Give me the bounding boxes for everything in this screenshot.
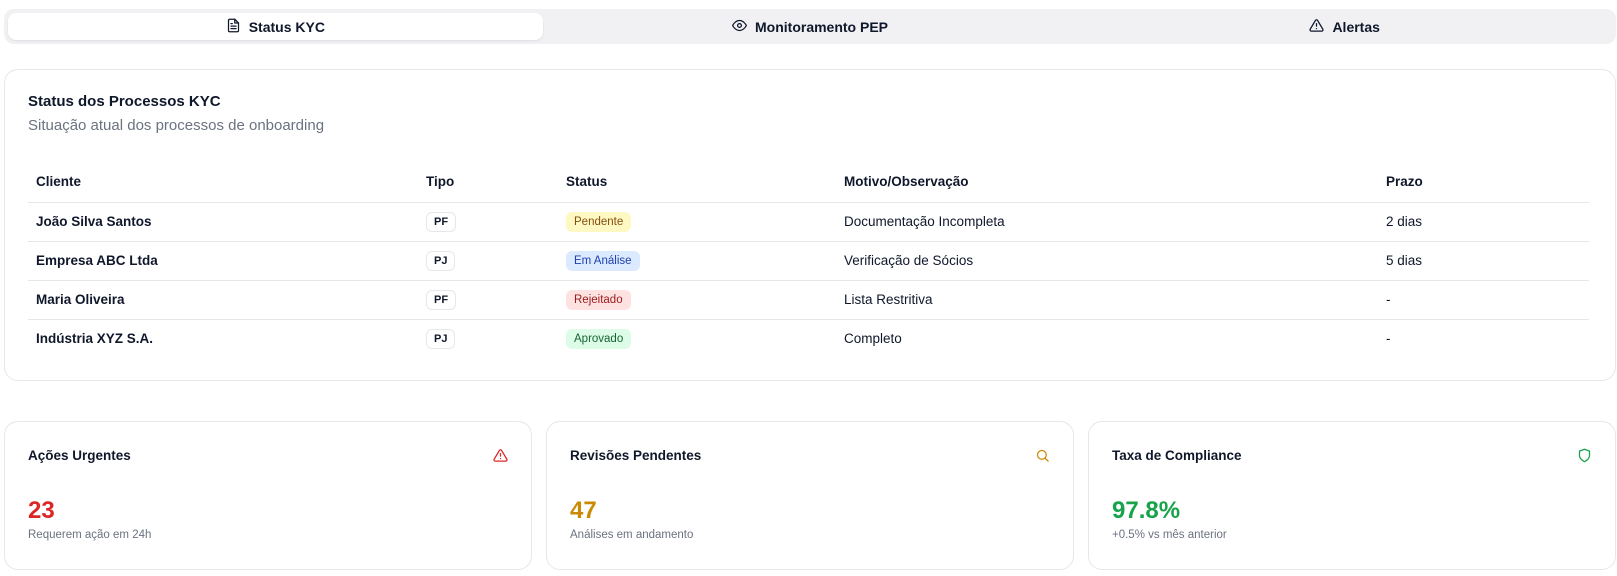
column-header-tipo: Tipo xyxy=(418,161,558,203)
alert-triangle-icon xyxy=(493,448,508,463)
kyc-table: Cliente Tipo Status Motivo/Observação Pr… xyxy=(28,161,1589,358)
client-name: Empresa ABC Ltda xyxy=(28,241,418,281)
type-badge: PF xyxy=(426,211,457,232)
tab-label: Status KYC xyxy=(248,18,325,35)
reason-text: Documentação Incompleta xyxy=(836,202,1378,242)
type-badge: PJ xyxy=(426,328,456,349)
eye-icon xyxy=(732,18,747,36)
compliance-rate-card: Taxa de Compliance 97.8% +0.5% vs mês an… xyxy=(1088,421,1616,570)
deadline-text: - xyxy=(1386,331,1391,347)
stat-caption: Requerem ação em 24h xyxy=(28,529,152,541)
stat-title: Taxa de Compliance xyxy=(1112,448,1242,463)
column-header-status: Status xyxy=(558,161,836,203)
table-header-row: Cliente Tipo Status Motivo/Observação Pr… xyxy=(28,161,1589,203)
stat-caption: +0.5% vs mês anterior xyxy=(1112,529,1227,541)
warning-triangle-icon xyxy=(1309,18,1325,36)
type-badge: PJ xyxy=(426,250,456,271)
table-row[interactable]: Indústria XYZ S.A. PJ Aprovado Completo … xyxy=(28,319,1589,358)
column-header-cliente: Cliente xyxy=(28,161,418,203)
column-header-motivo: Motivo/Observação xyxy=(836,161,1378,203)
stat-title: Revisões Pendentes xyxy=(570,448,702,463)
column-header-prazo: Prazo xyxy=(1378,161,1589,203)
client-name: João Silva Santos xyxy=(28,202,418,242)
stat-title: Ações Urgentes xyxy=(28,448,131,463)
tab-label: Monitoramento PEP xyxy=(755,18,889,35)
tab-status-kyc[interactable]: Status KYC xyxy=(8,13,543,40)
shield-icon xyxy=(1577,448,1592,463)
stat-value: 47 xyxy=(570,497,597,524)
deadline-text: - xyxy=(1378,280,1589,320)
tab-bar: Status KYC Monitoramento PEP Alertas xyxy=(4,9,1616,44)
kyc-status-card: Status dos Processos KYC Situação atual … xyxy=(4,69,1616,381)
tab-alertas[interactable]: Alertas xyxy=(1077,13,1612,40)
reason-text: Verificação de Sócios xyxy=(836,241,1378,281)
status-badge: Rejeitado xyxy=(566,289,631,310)
reason-text: Lista Restritiva xyxy=(836,280,1378,320)
table-row[interactable]: João Silva Santos PF Pendente Documentaç… xyxy=(28,202,1589,242)
stat-value: 23 xyxy=(28,497,55,524)
pending-reviews-card: Revisões Pendentes 47 Análises em andame… xyxy=(546,421,1074,570)
table-row[interactable]: Empresa ABC Ltda PJ Em Análise Verificaç… xyxy=(28,241,1589,281)
status-badge: Em Análise xyxy=(566,250,640,271)
stat-caption: Análises em andamento xyxy=(570,529,694,541)
deadline-text: 5 dias xyxy=(1378,241,1589,281)
client-name: Indústria XYZ S.A. xyxy=(36,331,154,347)
document-icon xyxy=(226,18,241,36)
card-subtitle: Situação atual dos processos de onboardi… xyxy=(28,117,325,134)
card-title: Status dos Processos KYC xyxy=(28,93,221,110)
type-badge: PF xyxy=(426,289,457,310)
deadline-text: 2 dias xyxy=(1378,202,1589,242)
search-icon xyxy=(1035,448,1050,463)
reason-text: Completo xyxy=(844,331,902,347)
status-badge: Aprovado xyxy=(566,328,632,349)
tab-label: Alertas xyxy=(1332,18,1380,35)
status-badge: Pendente xyxy=(566,211,632,232)
stat-value: 97.8% xyxy=(1112,497,1181,524)
table-row[interactable]: Maria Oliveira PF Rejeitado Lista Restri… xyxy=(28,280,1589,320)
tab-monitoramento-pep[interactable]: Monitoramento PEP xyxy=(543,13,1078,40)
urgent-actions-card: Ações Urgentes 23 Requerem ação em 24h xyxy=(4,421,532,570)
client-name: Maria Oliveira xyxy=(28,280,418,320)
